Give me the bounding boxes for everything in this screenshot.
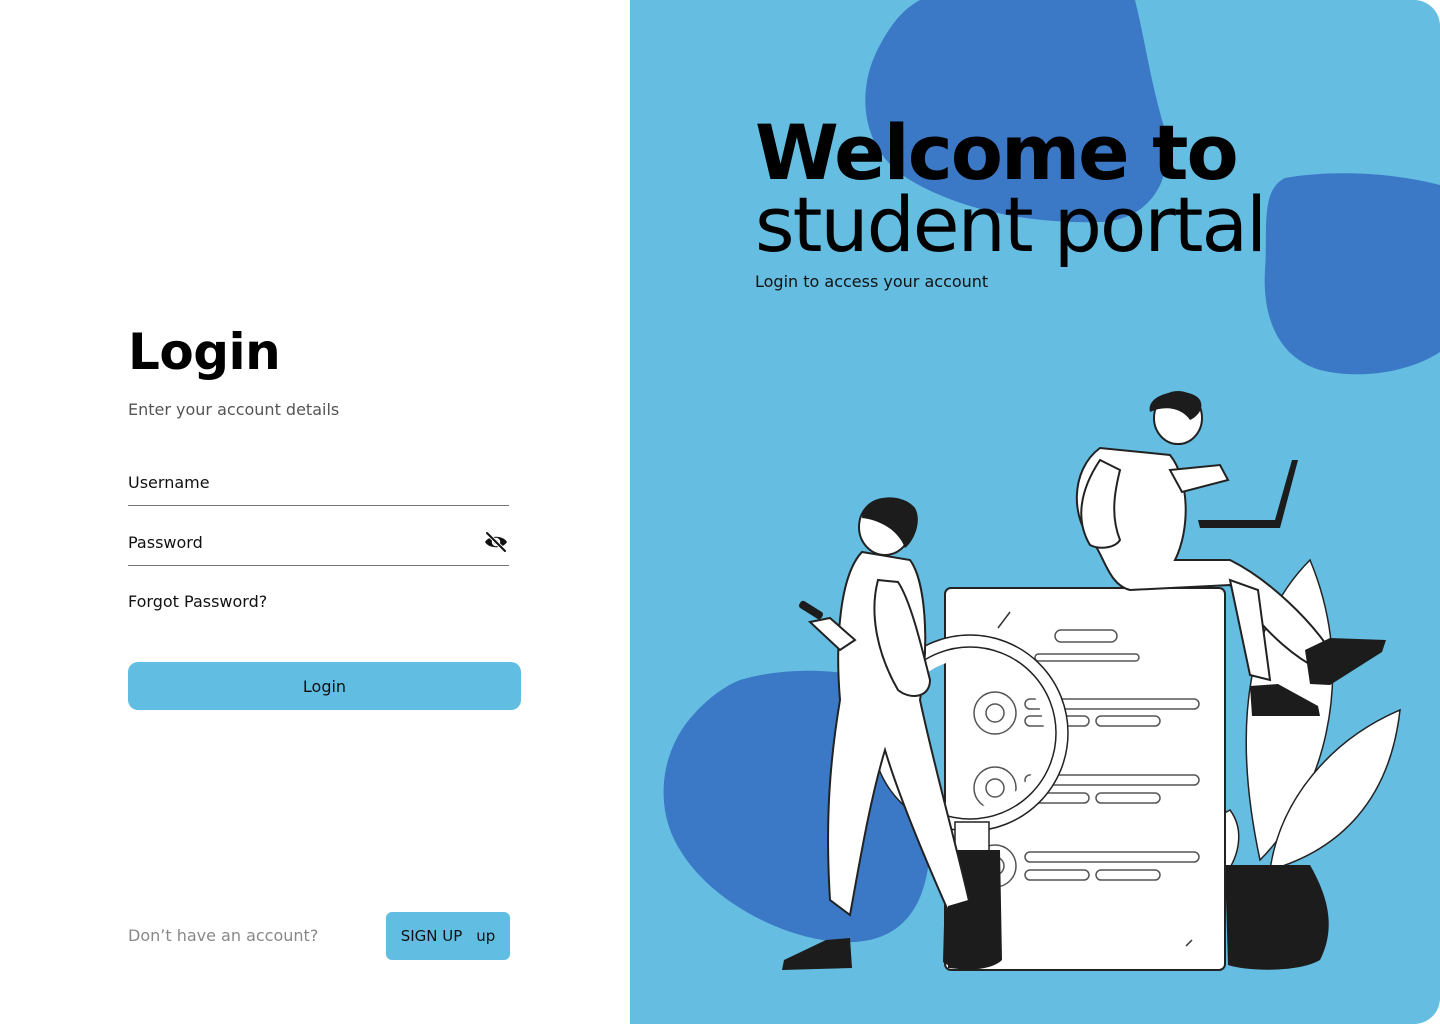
eye-slash-icon[interactable]: [483, 530, 509, 554]
username-field[interactable]: Username: [128, 464, 509, 506]
signup-button[interactable]: SIGN UP up: [386, 912, 510, 960]
login-title: Login: [128, 323, 281, 381]
students-illustration: [782, 391, 1401, 971]
login-subtitle: Enter your account details: [128, 400, 340, 419]
forgot-password-link[interactable]: Forgot Password?: [128, 592, 267, 612]
no-account-text: Don’t have an account?: [128, 926, 319, 945]
signup-button-suffix: up: [476, 927, 496, 945]
username-label: Username: [128, 473, 210, 492]
password-field[interactable]: Password: [128, 524, 509, 566]
password-label: Password: [128, 533, 203, 552]
login-panel: Login Enter your account details Usernam…: [0, 0, 630, 1024]
signup-button-label: SIGN UP: [400, 927, 463, 945]
login-button[interactable]: Login: [128, 662, 521, 710]
login-button-label: Login: [302, 676, 347, 696]
welcome-panel: Welcome to student portal Login to acces…: [630, 0, 1440, 1024]
